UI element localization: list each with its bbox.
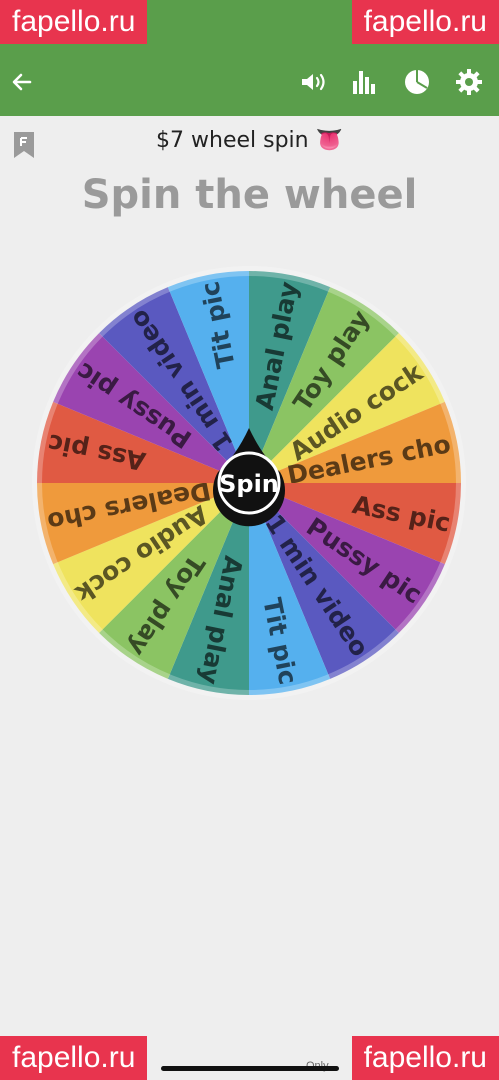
stats-button[interactable] bbox=[342, 48, 386, 116]
watermark-top-right: fapello.ru bbox=[351, 0, 499, 44]
back-button[interactable] bbox=[0, 48, 44, 116]
wheel-title: $7 wheel spin 👅 bbox=[156, 128, 343, 153]
volume-icon bbox=[302, 73, 325, 91]
watermark-bottom-left: fapello.ru bbox=[0, 1036, 148, 1080]
sound-button[interactable] bbox=[292, 48, 336, 116]
watermark-top-left: fapello.ru bbox=[0, 0, 148, 44]
app-bar bbox=[0, 48, 499, 116]
pie-button[interactable] bbox=[395, 48, 439, 116]
pie-chart-icon bbox=[405, 70, 429, 94]
page-heading: Spin the wheel bbox=[81, 172, 418, 218]
arrow-left-icon bbox=[12, 73, 32, 91]
bar-chart-icon bbox=[353, 71, 375, 94]
home-indicator bbox=[161, 1066, 339, 1071]
spin-wheel[interactable]: Anal playToy playAudio cockDealers choAs… bbox=[0, 240, 499, 720]
spin-label: Spin bbox=[219, 470, 279, 498]
gear-icon bbox=[456, 69, 482, 95]
settings-button[interactable] bbox=[447, 48, 491, 116]
watermark-bottom-right: fapello.ru bbox=[351, 1036, 499, 1080]
